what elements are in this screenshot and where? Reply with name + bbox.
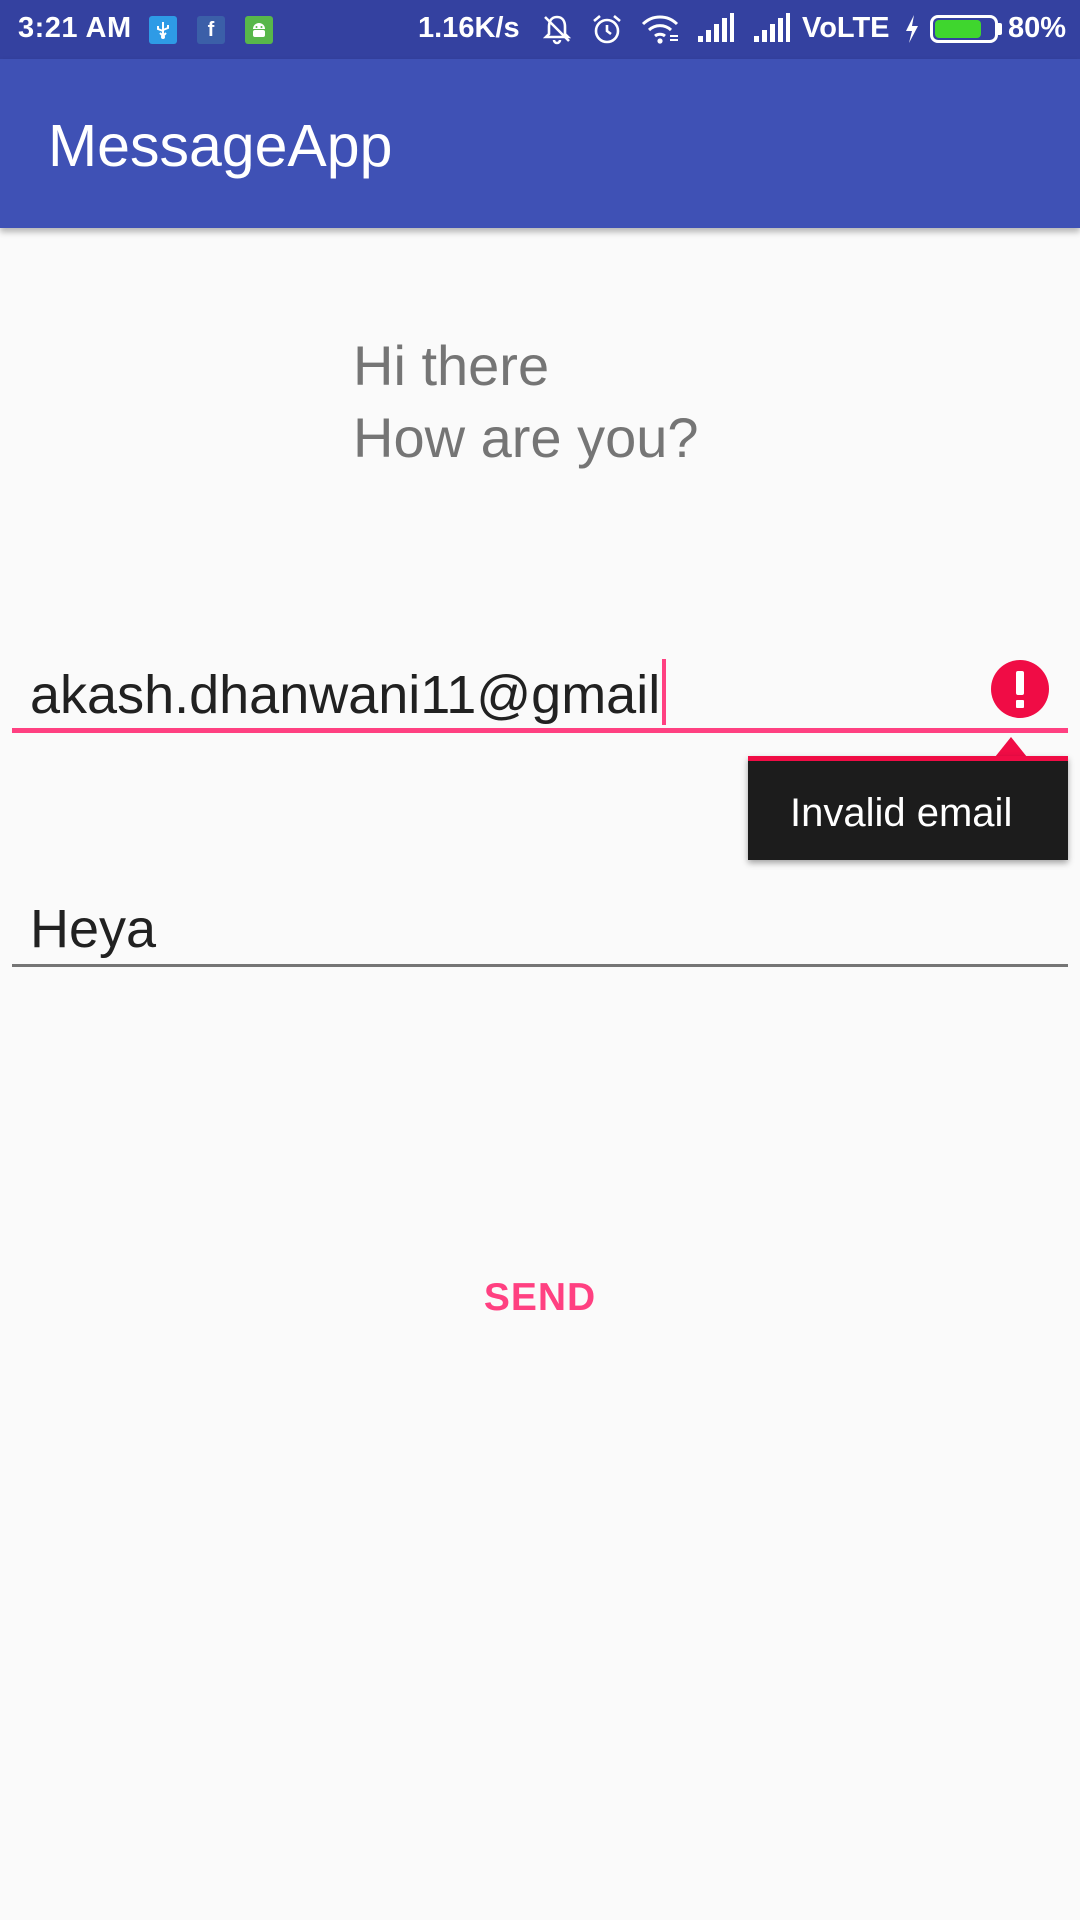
message-field[interactable]: Heya — [12, 885, 1068, 969]
battery-icon — [930, 15, 998, 43]
android-icon — [245, 16, 273, 44]
alarm-icon — [590, 12, 624, 54]
text-cursor — [662, 659, 667, 725]
signal-icon — [752, 12, 792, 54]
network-speed: 1.16K/s — [418, 12, 520, 44]
battery-percent: 80% — [1008, 12, 1067, 44]
error-popup: Invalid email — [748, 756, 1068, 860]
app-bar: MessageApp — [0, 59, 1080, 228]
error-message: Invalid email — [790, 791, 1013, 835]
facebook-icon: f — [197, 16, 225, 44]
error-icon — [991, 660, 1049, 718]
email-text: akash.dhanwani11@gmail — [30, 665, 661, 725]
message-input-value[interactable]: Heya — [30, 898, 156, 960]
email-underline — [12, 728, 1068, 733]
message-line-2: How are you? — [353, 406, 699, 469]
email-field[interactable]: akash.dhanwani11@gmail — [12, 650, 1068, 734]
app-title: MessageApp — [48, 113, 393, 179]
status-time: 3:21 AM — [18, 12, 132, 44]
message-text: Hi there How are you? — [353, 330, 699, 474]
battery-level-fill — [935, 20, 982, 38]
charging-icon — [902, 12, 922, 54]
usb-icon — [149, 16, 177, 44]
error-popup-pointer — [995, 737, 1027, 757]
wifi-icon — [640, 12, 680, 54]
screen: 3:21 AM f 1.16K/s VoLTE 80% MessageApp H… — [0, 0, 1080, 1920]
network-type: VoLTE — [802, 12, 890, 44]
send-button[interactable]: SEND — [440, 1250, 640, 1346]
message-underline — [12, 964, 1068, 967]
mute-icon — [540, 12, 574, 54]
signal-icon — [696, 12, 736, 54]
battery-tip — [998, 23, 1002, 35]
status-bar: 3:21 AM f 1.16K/s VoLTE 80% — [0, 0, 1080, 59]
email-input-value[interactable]: akash.dhanwani11@gmail — [30, 659, 667, 726]
message-line-1: Hi there — [353, 334, 550, 397]
